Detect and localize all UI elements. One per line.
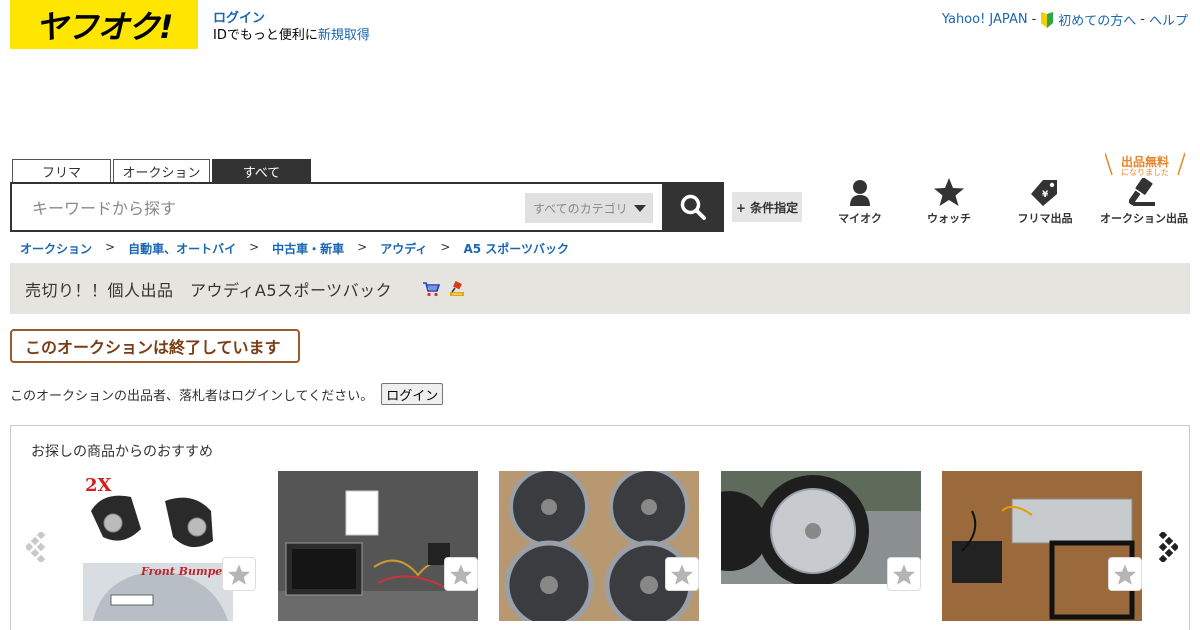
- item-image-grilles: 2X Front Bumper Gril: [83, 471, 255, 621]
- star-icon: [934, 178, 964, 206]
- help-link[interactable]: ヘルプ: [1149, 10, 1188, 29]
- item-title-bar: 売切り！！個人出品 アウディA5スポーツバック: [10, 263, 1190, 314]
- auction-gavel-icon: [450, 280, 465, 296]
- login-sub: IDでもっと便利に新規取得: [213, 28, 370, 43]
- breadcrumb-item[interactable]: 中古車・新車: [272, 240, 344, 257]
- breadcrumb-sep: >: [357, 240, 368, 254]
- login-button[interactable]: ログイン: [381, 383, 444, 405]
- item-image-radio: [942, 471, 1142, 621]
- watch-star-button[interactable]: [665, 557, 699, 591]
- category-value: すべてのカテゴリ: [533, 201, 628, 216]
- yahuoku-logo[interactable]: ヤフオク!: [10, 0, 198, 49]
- beginner-mark-icon: [1041, 11, 1054, 28]
- item-overlay-grill: Front Bumper Gril: [140, 565, 233, 578]
- top-links: Yahoo! JAPAN - 初めての方へ - ヘルプ: [942, 10, 1188, 29]
- price-tag-icon: ¥: [1031, 180, 1057, 206]
- my-auction-label: マイオク: [838, 212, 882, 225]
- recommendation-title: お探しの商品からのおすすめ: [31, 444, 213, 460]
- star-icon: [671, 563, 693, 585]
- free-listing-badge: 出品無料 になりました: [1105, 152, 1185, 177]
- item-title: 売切り！！個人出品 アウディA5スポーツバック: [25, 280, 393, 300]
- logo-text: ヤフオク!: [35, 7, 174, 46]
- star-icon: [893, 563, 915, 585]
- recommended-item[interactable]: [942, 471, 1142, 621]
- search-input[interactable]: [32, 196, 512, 220]
- flea-listing-label: フリマ出品: [1017, 212, 1073, 225]
- login-note-text: このオークションの出品者、落札者はログインしてください。: [10, 388, 374, 404]
- login-note: このオークションの出品者、落札者はログインしてください。 ログイン: [10, 383, 444, 405]
- watch-star-button[interactable]: [444, 557, 478, 591]
- tab-all[interactable]: すべて: [212, 159, 311, 182]
- auction-listing-label: オークション出品: [1100, 212, 1188, 225]
- yahoo-japan-link[interactable]: Yahoo! JAPAN: [942, 12, 1028, 27]
- star-icon: [450, 563, 472, 585]
- chevron-down-icon: [633, 204, 646, 212]
- breadcrumb-sep: >: [440, 240, 451, 254]
- item-image-navigation: [278, 471, 478, 621]
- breadcrumb-item[interactable]: アウディ: [380, 240, 427, 257]
- watch-star-button[interactable]: [222, 557, 256, 591]
- category-select[interactable]: すべてのカテゴリ: [525, 193, 653, 223]
- breadcrumb-sep: >: [249, 240, 260, 254]
- search-button[interactable]: [662, 182, 724, 232]
- my-auction-nav[interactable]: マイオク: [838, 178, 882, 226]
- breadcrumb-item[interactable]: A5 スポーツバック: [463, 240, 569, 257]
- breadcrumb: オークション > 自動車、オートバイ > 中古車・新車 > アウディ > A5 …: [20, 240, 569, 257]
- auction-listing-nav[interactable]: オークション出品: [1098, 178, 1190, 226]
- signup-link[interactable]: 新規取得: [318, 28, 370, 43]
- login-area: ログイン IDでもっと便利に新規取得: [213, 10, 370, 44]
- flea-listing-nav[interactable]: ¥ フリマ出品: [1016, 178, 1074, 226]
- condition-button[interactable]: + 条件指定: [732, 192, 802, 222]
- auction-ended-banner: このオークションは終了しています: [10, 329, 300, 363]
- login-sub-text: IDでもっと便利に: [213, 28, 318, 43]
- login-link[interactable]: ログイン: [213, 10, 370, 27]
- tab-auction[interactable]: オークション: [113, 159, 210, 182]
- top-sep: -: [1140, 12, 1145, 27]
- item-image-wheels: [499, 471, 699, 621]
- tab-flea[interactable]: フリマ: [12, 159, 111, 182]
- carousel-prev-icon[interactable]: [26, 532, 48, 562]
- gavel-icon: [1129, 178, 1155, 206]
- watch-star-button[interactable]: [887, 557, 921, 591]
- breadcrumb-item[interactable]: オークション: [20, 240, 92, 257]
- free-listing-sub: になりました: [1121, 168, 1169, 177]
- top-sep: -: [1031, 12, 1037, 27]
- recommended-item[interactable]: [499, 471, 699, 621]
- watch-star-button[interactable]: [1108, 557, 1142, 591]
- search-box: すべてのカテゴリ: [10, 182, 664, 232]
- search-tabs: フリマ オークション すべて: [12, 159, 311, 182]
- recommended-item[interactable]: 2X Front Bumper Gril: [83, 471, 283, 621]
- breadcrumb-item[interactable]: 自動車、オートバイ: [128, 240, 236, 257]
- recommendation-panel: お探しの商品からのおすすめ 2X Front Bumper: [10, 425, 1190, 630]
- breadcrumb-sep: >: [105, 240, 116, 254]
- carousel-next-icon[interactable]: [1156, 532, 1178, 562]
- first-time-link[interactable]: 初めての方へ: [1058, 10, 1136, 29]
- star-icon: [1114, 563, 1136, 585]
- item-overlay-2x: 2X: [85, 475, 112, 496]
- shopping-cart-icon: [423, 281, 441, 296]
- user-icon: [850, 180, 870, 206]
- title-icons: [422, 280, 466, 297]
- recommended-item[interactable]: [278, 471, 478, 621]
- watch-label: ウォッチ: [927, 212, 971, 225]
- svg-text:¥: ¥: [1042, 190, 1049, 200]
- star-icon: [228, 563, 250, 585]
- watch-nav[interactable]: ウォッチ: [926, 178, 972, 226]
- search-icon: [680, 194, 706, 220]
